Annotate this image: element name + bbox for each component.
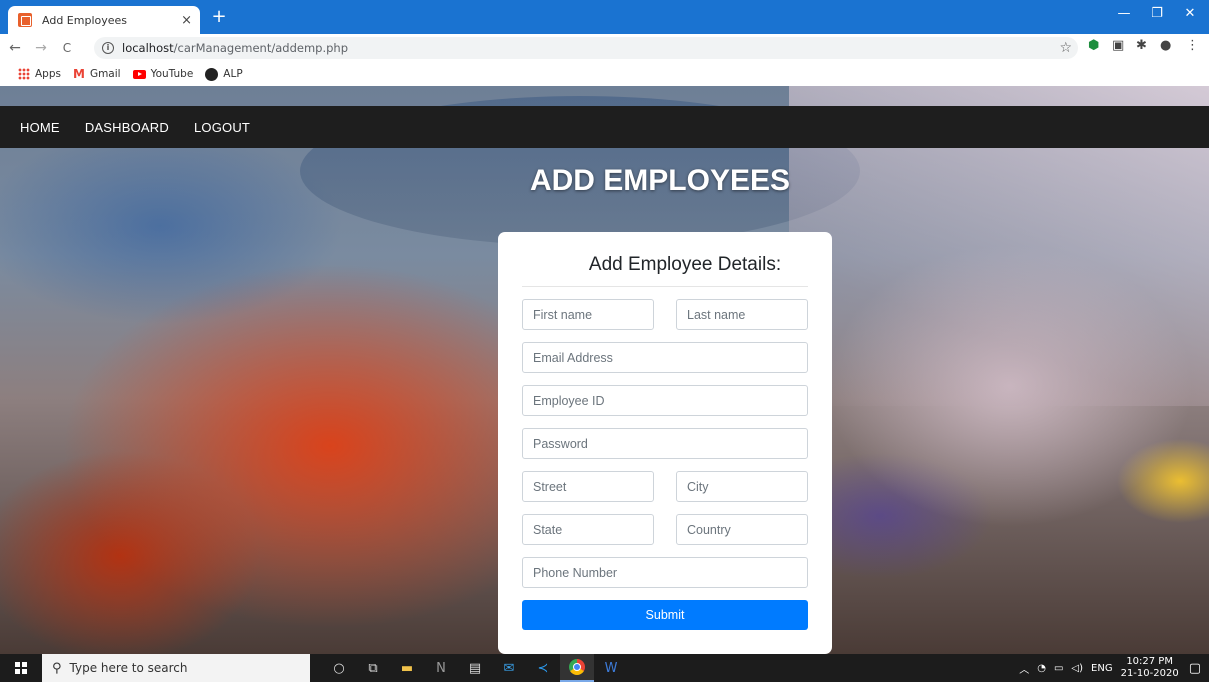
submit-button[interactable]: Submit (522, 600, 808, 630)
add-employee-form: Add Employee Details: Submit (498, 232, 832, 654)
gmail-icon: M (72, 67, 85, 81)
city-input[interactable] (676, 471, 808, 502)
email-input[interactable] (522, 342, 808, 373)
new-tab-button[interactable]: + (209, 8, 229, 28)
search-icon: ⚲ (52, 660, 62, 676)
state-input[interactable] (522, 514, 654, 545)
employee-id-input[interactable] (522, 385, 808, 416)
youtube-icon (132, 69, 146, 79)
nav-link-dashboard[interactable]: DASHBOARD (85, 120, 169, 135)
puzzle-extensions-icon[interactable]: ✱ (1136, 38, 1147, 53)
page-title: ADD EMPLOYEES (529, 164, 791, 197)
close-window-button[interactable]: ✕ (1180, 6, 1200, 21)
battery-icon[interactable]: ▭ (1054, 663, 1063, 674)
bookmark-alp[interactable]: ALP (205, 67, 243, 81)
bookmark-label: Gmail (89, 68, 121, 80)
form-title: Add Employee Details: (522, 254, 808, 287)
show-hidden-icons-icon[interactable]: ︿ (1019, 661, 1029, 676)
nav-link-logout[interactable]: LOGOUT (194, 120, 250, 135)
chrome-icon (569, 659, 585, 675)
phone-number-input[interactable] (522, 557, 808, 588)
bookmark-apps[interactable]: Apps (18, 68, 61, 80)
browser-toolbar: ← → C i localhost/carManagement/addemp.p… (0, 34, 1209, 62)
start-button[interactable] (0, 654, 42, 682)
tab-close-icon[interactable]: × (181, 13, 192, 28)
vscode-icon[interactable]: ≺ (526, 654, 560, 682)
site-navbar: HOME DASHBOARD LOGOUT (0, 106, 1209, 148)
restore-window-button[interactable]: ❐ (1147, 6, 1167, 21)
taskbar-search-placeholder: Type here to search (69, 661, 188, 675)
bookmark-label: ALP (223, 68, 243, 80)
clock-date: 21-10-2020 (1120, 668, 1179, 679)
store-icon[interactable]: ▤ (458, 654, 492, 682)
language-indicator[interactable]: ENG (1091, 663, 1113, 674)
file-explorer-icon[interactable]: ▬ (390, 654, 424, 682)
street-input[interactable] (522, 471, 654, 502)
system-tray: ︿ ◔ ▭ ◁) ENG 10:27 PM 21-10-2020 ▢ (1019, 654, 1209, 682)
shield-extension-icon[interactable]: ⬢ (1088, 38, 1099, 53)
nav-link-home[interactable]: HOME (20, 120, 60, 135)
mail-icon[interactable]: ✉ (492, 654, 526, 682)
minimize-window-button[interactable]: — (1114, 6, 1134, 21)
taskbar-clock[interactable]: 10:27 PM 21-10-2020 (1121, 656, 1179, 680)
bookmark-youtube[interactable]: YouTube (132, 68, 194, 80)
back-button[interactable]: ← (4, 40, 26, 56)
github-icon (205, 67, 219, 81)
first-name-input[interactable] (522, 299, 654, 330)
address-bar[interactable]: i localhost/carManagement/addemp.php ☆ (94, 37, 1078, 59)
cortana-icon[interactable]: ○ (322, 654, 356, 682)
site-favicon-icon (18, 13, 32, 27)
profile-avatar-icon[interactable]: ● (1160, 38, 1171, 53)
apps-grid-icon (18, 68, 30, 80)
url-path: /carManagement/addemp.php (173, 41, 348, 55)
bookmark-star-icon[interactable]: ☆ (1059, 40, 1072, 56)
country-input[interactable] (676, 514, 808, 545)
browser-tab[interactable]: Add Employees × (8, 6, 200, 34)
url-host: localhost (122, 41, 174, 55)
network-icon[interactable]: ◔ (1037, 663, 1046, 674)
bookmark-label: Apps (35, 68, 61, 80)
forward-button[interactable]: → (30, 40, 52, 56)
menu-kebab-icon[interactable]: ⋮ (1186, 38, 1199, 53)
task-view-icon[interactable]: ⧉ (356, 654, 390, 682)
chrome-taskbar-icon[interactable] (560, 654, 594, 682)
volume-icon[interactable]: ◁) (1071, 663, 1083, 674)
tab-title: Add Employees (42, 13, 128, 27)
windows-taskbar: ⚲ Type here to search ○ ⧉ ▬ N ▤ ✉ ≺ W ︿ … (0, 654, 1209, 682)
site-info-icon[interactable]: i (102, 42, 114, 54)
windows-logo-icon (15, 662, 27, 674)
bookmark-label: YouTube (150, 68, 194, 80)
taskbar-search-box[interactable]: ⚲ Type here to search (42, 654, 310, 682)
browser-tab-strip: Add Employees × + — ❐ ✕ (0, 0, 1209, 34)
last-name-input[interactable] (676, 299, 808, 330)
bookmark-gmail[interactable]: M Gmail (73, 67, 121, 81)
word-icon[interactable]: W (594, 654, 628, 682)
bookmarks-bar: Apps M Gmail YouTube ALP (0, 62, 1209, 86)
reload-button[interactable]: C (56, 41, 78, 55)
extension-e-icon[interactable]: ▣ (1112, 38, 1124, 53)
notepad-icon[interactable]: N (424, 654, 458, 682)
notifications-icon[interactable]: ▢ (1189, 661, 1201, 676)
password-input[interactable] (522, 428, 808, 459)
page-viewport: HOME DASHBOARD LOGOUT ADD EMPLOYEES Add … (0, 86, 1209, 654)
clock-time: 10:27 PM (1126, 656, 1173, 667)
